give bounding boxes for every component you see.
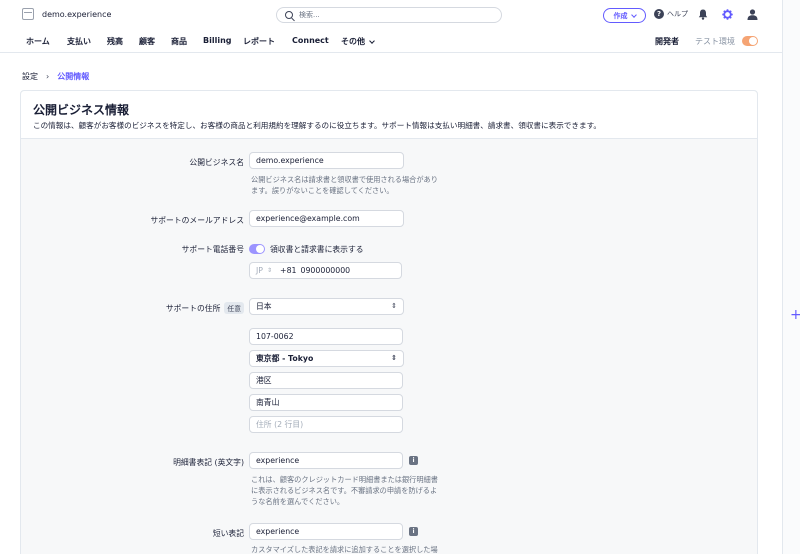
breadcrumb-current: 公開情報	[57, 72, 90, 81]
business-name-hint: 公開ビジネス名は請求書と領収書で使用される場合があり ます。誤りがないことを確認…	[251, 174, 438, 196]
short-descriptor-hint: カスタマイズした表記を請求に追加することを選択した場	[251, 544, 438, 554]
address-line1-input[interactable]: 南青山	[249, 394, 403, 411]
nav-item-billing[interactable]: Billing	[203, 36, 232, 45]
business-name-label: 公開ビジネス名	[189, 158, 244, 167]
show-on-receipts-toggle[interactable]	[249, 244, 265, 254]
page-description: この情報は、顧客がお客様のビジネスを特定し、お客様の商品と利用規約を理解するのに…	[33, 121, 602, 130]
prefecture-value: 東京都 - Tokyo	[256, 354, 314, 363]
gear-icon[interactable]	[722, 9, 733, 20]
page-title: 公開ビジネス情報	[33, 103, 130, 117]
hint-line: 公開ビジネス名は請求書と領収書で使用される場合があり	[251, 175, 438, 184]
create-button[interactable]: 作成	[603, 8, 646, 23]
address-line2-input[interactable]: 住所 (2 行目)	[249, 416, 403, 433]
nav-item-products[interactable]: 商品	[171, 36, 187, 47]
breadcrumb-settings[interactable]: 設定	[22, 71, 38, 82]
updown-icon: ⇕	[267, 267, 273, 274]
hint-line: カスタマイズした表記を請求に追加することを選択した場	[251, 545, 438, 554]
support-address-label: サポートの住所 任意	[166, 302, 244, 314]
test-mode-toggle[interactable]	[742, 36, 758, 46]
help-icon: ?	[654, 9, 664, 19]
country-value: 日本	[256, 302, 272, 311]
country-code[interactable]: JP	[256, 266, 263, 275]
support-address-label-text: サポートの住所	[165, 303, 221, 313]
short-descriptor-label: 短い表記	[212, 529, 244, 538]
postal-code-input[interactable]: 107-0062	[249, 328, 403, 345]
nav-item-more[interactable]: その他	[341, 36, 375, 47]
nav-item-customers[interactable]: 顧客	[139, 36, 155, 47]
account-icon	[22, 8, 34, 20]
account-name: demo.experience	[42, 9, 112, 19]
nav-item-reports[interactable]: レポート	[243, 36, 275, 47]
hint-line: うな名前を選んでください。	[251, 497, 345, 506]
hint-line: これは、顧客のクレジットカード明細書または銀行明細書	[251, 475, 438, 484]
create-label: 作成	[613, 11, 628, 20]
short-descriptor-input[interactable]: experience	[249, 523, 403, 540]
hint-line: に表示されるビジネス名です。不審請求の申請を防げるよ	[251, 486, 438, 495]
bell-icon[interactable]	[698, 9, 708, 20]
updown-icon: ⇕	[391, 354, 397, 362]
chevron-down-icon	[630, 11, 637, 18]
info-icon[interactable]: i	[409, 456, 418, 465]
statement-descriptor-hint: これは、顧客のクレジットカード明細書または銀行明細書 に表示されるビジネス名です…	[251, 474, 438, 507]
support-phone-label: サポート電話番号	[181, 245, 244, 254]
business-name-input[interactable]: demo.experience	[249, 152, 404, 169]
chevron-down-icon	[369, 37, 375, 44]
nav-item-connect[interactable]: Connect	[292, 36, 329, 45]
phone-number: 0900000000	[300, 266, 351, 275]
plus-icon[interactable]: +	[790, 308, 800, 322]
support-phone-input[interactable]: JP ⇕ +81 0900000000	[249, 262, 402, 279]
top-bar: demo.experience 検索... 作成 ? ヘルプ	[0, 0, 782, 30]
test-mode-label: テスト環境	[695, 37, 735, 46]
side-panel-edge	[782, 0, 800, 554]
chevron-right-icon: ›	[46, 72, 50, 81]
help-label: ヘルプ	[667, 10, 688, 18]
show-on-receipts-label: 領収書と請求書に表示する	[270, 245, 364, 254]
user-icon[interactable]	[747, 9, 758, 20]
nav-item-balances[interactable]: 残高	[107, 36, 123, 47]
city-input[interactable]: 港区	[249, 372, 403, 389]
search-input[interactable]: 検索...	[276, 7, 502, 23]
developers-link[interactable]: 開発者	[655, 36, 679, 47]
nav-item-payments[interactable]: 支払い	[67, 36, 91, 47]
statement-descriptor-input[interactable]: experience	[249, 452, 403, 469]
card-header: 公開ビジネス情報 この情報は、顧客がお客様のビジネスを特定し、お客様の商品と利用…	[21, 91, 757, 139]
info-icon[interactable]: i	[409, 527, 418, 536]
updown-icon: ⇕	[391, 302, 397, 310]
country-select[interactable]: 日本 ⇕	[249, 298, 404, 315]
search-placeholder: 検索...	[299, 11, 320, 19]
main-nav: ホーム 支払い 残高 顧客 商品 Billing レポート Connect その…	[0, 30, 782, 53]
prefecture-select[interactable]: 東京都 - Tokyo ⇕	[249, 350, 404, 367]
account-switcher[interactable]: demo.experience	[22, 8, 111, 20]
nav-more-label: その他	[341, 37, 365, 46]
help-button[interactable]: ? ヘルプ	[654, 9, 688, 19]
statement-descriptor-label: 明細書表記 (英文字)	[173, 458, 244, 467]
support-email-input[interactable]: experience@example.com	[249, 210, 404, 227]
nav-item-home[interactable]: ホーム	[26, 36, 50, 47]
dial-code: +81	[280, 266, 297, 275]
hint-line: ます。誤りがないことを確認してください。	[251, 186, 394, 195]
breadcrumb: 設定 › 公開情報	[22, 71, 89, 82]
support-email-label: サポートのメールアドレス	[150, 216, 244, 225]
search-icon	[285, 11, 293, 19]
optional-badge: 任意	[224, 302, 244, 314]
